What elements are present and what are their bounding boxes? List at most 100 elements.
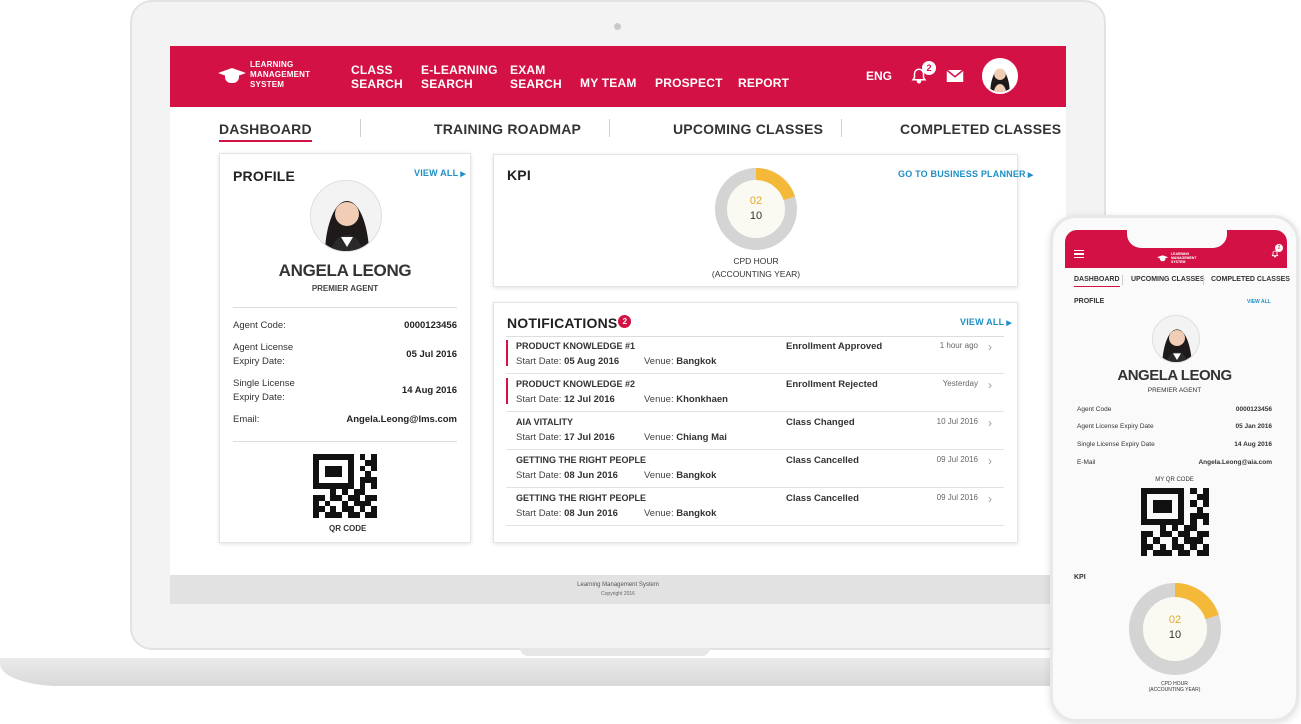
- tab-completed-classes[interactable]: COMPLETED CLASSES: [900, 121, 1061, 137]
- mobile-agent-license-label: Agent License Expiry Date: [1077, 423, 1154, 430]
- qr-code[interactable]: [313, 454, 377, 518]
- nav-prospect[interactable]: PROSPECT: [655, 76, 723, 90]
- notifications-card: NOTIFICATIONS2 VIEW ALL PRODUCT KNOWLEDG…: [493, 302, 1018, 543]
- laptop-base: [0, 658, 1190, 686]
- email-value: Angela.Leong@lms.com: [346, 414, 457, 425]
- email-label: Email:: [233, 414, 260, 425]
- envelope-icon: [946, 69, 964, 82]
- notification-start-date: Start Date: 08 Jun 2016: [516, 508, 618, 519]
- footer-copyright: Copyright 2016: [601, 591, 635, 597]
- notification-venue: Venue: Chiang Mai: [644, 432, 727, 443]
- chevron-right-icon: ›: [988, 492, 992, 506]
- qr-module: [1202, 549, 1209, 556]
- notification-title: GETTING THE RIGHT PEOPLE: [516, 455, 647, 465]
- notification-title: AIA VITALITY: [516, 417, 573, 427]
- notification-venue: Venue: Bangkok: [644, 508, 717, 519]
- mobile-email-value: Angela.Leong@aia.com: [1198, 459, 1272, 466]
- notification-status: Class Cancelled: [786, 493, 859, 504]
- mobile-notification-badge: 2: [1275, 244, 1283, 252]
- notification-status: Enrollment Rejected: [786, 379, 878, 390]
- business-planner-link[interactable]: GO TO BUSINESS PLANNER: [898, 169, 1034, 179]
- tab-divider: [841, 119, 842, 137]
- divider: [233, 307, 457, 308]
- mobile-kpi-title: KPI: [1074, 574, 1086, 581]
- user-avatar[interactable]: [982, 58, 1018, 94]
- mobile-kpi-donut-values: 02 10: [1128, 582, 1222, 676]
- notification-bell[interactable]: 2: [910, 61, 936, 85]
- logo-text: LEARNING MANAGEMENT SYSTEM: [250, 60, 311, 89]
- tab-divider: [1122, 275, 1123, 285]
- notification-row[interactable]: GETTING THE RIGHT PEOPLE Start Date: 08 …: [506, 488, 1004, 526]
- nav-elearning-search[interactable]: E-LEARNING SEARCH: [421, 63, 498, 91]
- hamburger-menu-icon[interactable]: [1074, 250, 1084, 258]
- chevron-right-icon: ›: [988, 416, 992, 430]
- mobile-email-label: E-Mail: [1077, 459, 1096, 466]
- qr-code-label: QR CODE: [329, 524, 367, 533]
- notification-row[interactable]: PRODUCT KNOWLEDGE #1 Start Date: 05 Aug …: [506, 336, 1004, 374]
- chevron-right-icon: ›: [988, 340, 992, 354]
- mobile-tab-dashboard[interactable]: DASHBOARD: [1074, 276, 1120, 287]
- mobile-agent-code-value: 0000123456: [1235, 406, 1272, 413]
- notification-start-date: Start Date: 12 Jul 2016: [516, 394, 615, 405]
- notification-row[interactable]: PRODUCT KNOWLEDGE #2 Start Date: 12 Jul …: [506, 374, 1004, 412]
- mobile-agent-code-label: Agent Code: [1077, 406, 1112, 413]
- single-license-expiry-label: Single License Expiry Date:: [233, 378, 295, 403]
- notification-row[interactable]: AIA VITALITY Start Date: 17 Jul 2016 Ven…: [506, 412, 1004, 450]
- mobile-device: LEARNING MANAGEMENT SYSTEM 2 DASHBOARD U…: [1050, 215, 1299, 722]
- language-switch[interactable]: ENG: [866, 69, 892, 83]
- profile-title: PROFILE: [233, 168, 296, 184]
- notification-count-badge: 2: [922, 61, 936, 75]
- kpi-title: KPI: [507, 167, 531, 183]
- notification-start-date: Start Date: 05 Aug 2016: [516, 356, 620, 367]
- notification-time: 1 hour ago: [939, 341, 978, 350]
- mobile-qr-code[interactable]: [1141, 488, 1209, 556]
- nav-report[interactable]: REPORT: [738, 76, 789, 90]
- chevron-right-icon: ›: [988, 378, 992, 392]
- phone-notch: [1127, 230, 1227, 248]
- mobile-qr-label: MY QR CODE: [1155, 477, 1194, 483]
- kpi-caption: CPD HOUR (ACCOUNTING YEAR): [711, 256, 801, 279]
- laptop-camera: [614, 23, 621, 30]
- notification-start-date: Start Date: 17 Jul 2016: [516, 432, 615, 443]
- profile-role: PREMIER AGENT: [311, 284, 379, 293]
- header-actions: ENG 2: [866, 58, 1018, 94]
- user-portrait-icon: [311, 181, 381, 251]
- graduation-cap-icon: [1157, 254, 1166, 262]
- kpi-card: KPI GO TO BUSINESS PLANNER 02 10 CPD HOU…: [493, 154, 1026, 287]
- mail-button[interactable]: [946, 69, 964, 83]
- app-logo[interactable]: LEARNING MANAGEMENT SYSTEM: [218, 60, 311, 90]
- tab-training-roadmap[interactable]: TRAINING ROADMAP: [434, 121, 581, 137]
- mobile-tab-upcoming-classes[interactable]: UPCOMING CLASSES: [1131, 276, 1205, 283]
- tab-upcoming-classes[interactable]: UPCOMING CLASSES: [673, 121, 823, 137]
- kpi-target-value: 10: [749, 210, 763, 222]
- notifications-view-all-link[interactable]: VIEW ALL: [960, 317, 1012, 327]
- notification-venue: Venue: Khonkhaen: [644, 394, 728, 405]
- mobile-view-all-link[interactable]: VIEW ALL: [1247, 299, 1271, 305]
- mobile-logo[interactable]: LEARNING MANAGEMENT SYSTEM: [1157, 252, 1196, 264]
- agent-license-expiry-label: Agent License Expiry Date:: [233, 342, 294, 367]
- notification-start-date: Start Date: 08 Jun 2016: [516, 470, 618, 481]
- notification-time: 09 Jul 2016: [936, 493, 978, 502]
- nav-my-team[interactable]: MY TEAM: [580, 76, 637, 90]
- tab-divider: [360, 119, 361, 137]
- mobile-profile-name: ANGELA LEONG: [1117, 367, 1232, 384]
- profile-view-all-link[interactable]: VIEW ALL: [414, 168, 466, 178]
- nav-class-search[interactable]: CLASS SEARCH: [351, 63, 403, 91]
- nav-exam-search[interactable]: EXAM SEARCH: [510, 63, 562, 91]
- mobile-kpi-completed-value: 02: [1168, 614, 1182, 626]
- notification-row[interactable]: GETTING THE RIGHT PEOPLE Start Date: 08 …: [506, 450, 1004, 488]
- mobile-profile-title: PROFILE: [1074, 298, 1105, 305]
- dashboard-tabs: DASHBOARD TRAINING ROADMAP UPCOMING CLAS…: [170, 107, 1066, 153]
- tab-dashboard[interactable]: DASHBOARD: [219, 121, 312, 142]
- mobile-agent-license-value: 05 Jan 2016: [1235, 423, 1272, 430]
- notification-status: Enrollment Approved: [786, 341, 883, 352]
- profile-card: PROFILE VIEW ALL ANGELA LEONG PREMIER AG…: [219, 153, 471, 543]
- chevron-right-icon: ›: [988, 454, 992, 468]
- mobile-profile-photo: [1152, 315, 1200, 363]
- notifications-title: NOTIFICATIONS 2: [507, 315, 632, 331]
- qr-module: [371, 512, 377, 518]
- mobile-tab-completed-classes[interactable]: COMPLETED CLASSES: [1211, 276, 1290, 283]
- mobile-single-license-value: 14 Aug 2016: [1234, 441, 1272, 448]
- mobile-profile-role: PREMIER AGENT: [1147, 387, 1202, 394]
- notification-title: PRODUCT KNOWLEDGE #2: [516, 379, 636, 389]
